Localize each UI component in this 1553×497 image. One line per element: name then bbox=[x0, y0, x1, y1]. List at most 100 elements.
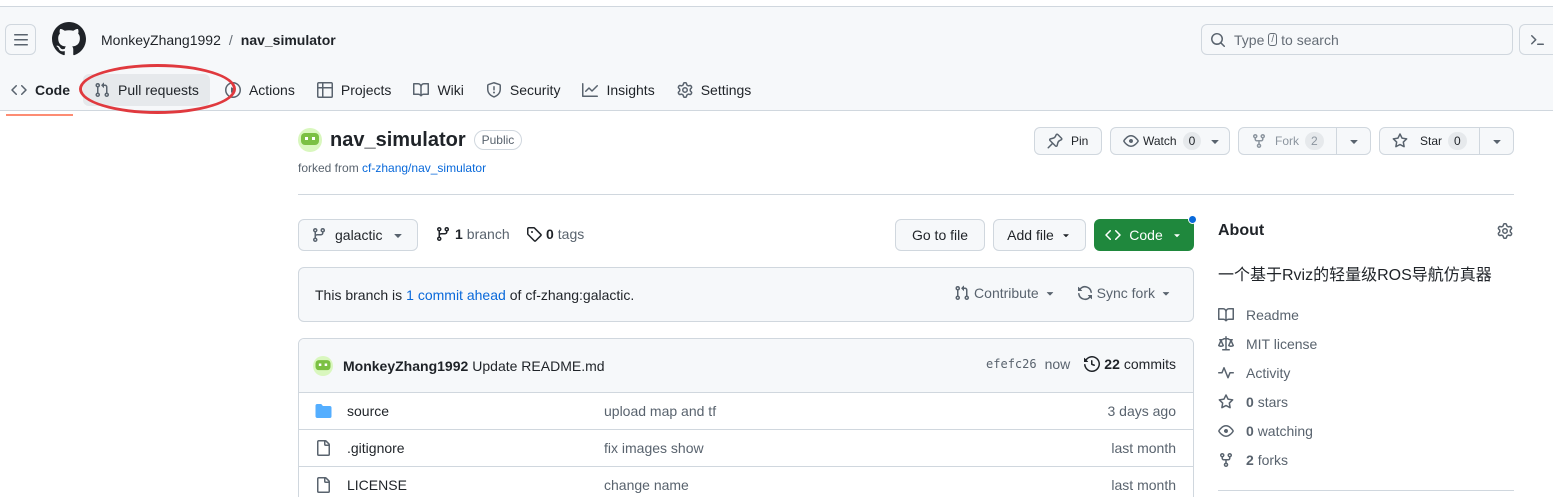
commit-sha[interactable]: efefc26 bbox=[986, 357, 1037, 371]
gear-icon bbox=[677, 82, 693, 98]
repo-title-bar: nav_simulator Public bbox=[298, 128, 523, 152]
file-commit-message[interactable]: change name bbox=[604, 477, 689, 493]
folder-icon bbox=[315, 403, 332, 419]
code-button[interactable]: Code bbox=[1094, 219, 1194, 251]
about-divider bbox=[1218, 490, 1514, 491]
tab-code-label: Code bbox=[35, 82, 70, 98]
stars-label: stars bbox=[1257, 393, 1289, 410]
file-name[interactable]: source bbox=[347, 403, 389, 419]
search-shortcut-key: / bbox=[1268, 33, 1278, 46]
file-date: last month bbox=[1111, 440, 1176, 456]
about-list: Readme MIT license Activity 0 stars 0 wa… bbox=[1218, 300, 1317, 474]
header-divider bbox=[298, 194, 1514, 195]
tab-projects[interactable]: Projects bbox=[306, 74, 403, 106]
forks-link[interactable]: 2 forks bbox=[1218, 445, 1317, 474]
readme-link[interactable]: Readme bbox=[1218, 300, 1317, 329]
fork-status-prefix: This branch is bbox=[315, 286, 403, 303]
tab-security[interactable]: Security bbox=[475, 74, 572, 106]
triangle-down-icon bbox=[1063, 234, 1069, 238]
avatar[interactable] bbox=[298, 128, 322, 152]
table-row[interactable]: LICENSE change name last month bbox=[299, 467, 1193, 497]
tab-actions[interactable]: Actions bbox=[214, 74, 306, 106]
tab-settings-label: Settings bbox=[700, 82, 752, 98]
about-description: 一个基于Rviz的轻量级ROS导航仿真器 bbox=[1218, 267, 1492, 284]
file-commit-message[interactable]: fix images show bbox=[604, 440, 704, 456]
command-palette-button[interactable] bbox=[1519, 24, 1553, 55]
commit-message[interactable]: Update README.md bbox=[472, 358, 604, 374]
sync-fork-button[interactable]: Sync fork bbox=[1077, 285, 1173, 301]
about-settings-button[interactable] bbox=[1497, 223, 1513, 239]
tab-insights[interactable]: Insights bbox=[571, 74, 665, 106]
triangle-down-icon bbox=[394, 234, 403, 238]
pull-request-icon bbox=[95, 82, 110, 98]
search-icon bbox=[1211, 32, 1226, 47]
file-icon bbox=[315, 440, 331, 456]
repo-name[interactable]: nav_simulator bbox=[330, 129, 466, 152]
go-to-file-button[interactable]: Go to file bbox=[895, 219, 985, 251]
commit-author[interactable]: MonkeyZhang1992 bbox=[343, 358, 468, 374]
tab-pull-requests[interactable]: Pull requests bbox=[83, 74, 210, 106]
branch-select-button[interactable]: galactic bbox=[298, 219, 418, 251]
file-icon bbox=[315, 477, 331, 493]
pin-label: Pin bbox=[1071, 134, 1089, 148]
activity-link[interactable]: Activity bbox=[1218, 358, 1317, 387]
stars-link[interactable]: 0 stars bbox=[1218, 387, 1317, 416]
fork-count: 2 bbox=[1305, 132, 1324, 150]
watching-link[interactable]: 0 watching bbox=[1218, 416, 1317, 445]
branch-name: galactic bbox=[335, 227, 383, 243]
pull-request-icon bbox=[955, 285, 970, 301]
tab-settings[interactable]: Settings bbox=[666, 74, 763, 106]
eye-icon bbox=[1218, 424, 1234, 437]
add-file-button[interactable]: Add file bbox=[993, 219, 1086, 251]
eye-icon bbox=[1123, 135, 1139, 147]
owner-link[interactable]: MonkeyZhang1992 bbox=[101, 31, 221, 49]
file-date: last month bbox=[1111, 477, 1176, 493]
star-button[interactable]: Star 0 bbox=[1379, 127, 1514, 155]
watch-count: 0 bbox=[1182, 132, 1202, 150]
forks-count: 2 bbox=[1246, 451, 1254, 468]
visibility-badge: Public bbox=[473, 130, 523, 150]
breadcrumb: MonkeyZhang1992 / nav_simulator bbox=[101, 31, 336, 49]
contribute-label: Contribute bbox=[974, 285, 1039, 301]
github-logo-icon[interactable] bbox=[52, 22, 86, 56]
table-row[interactable]: .gitignore fix images show last month bbox=[299, 430, 1193, 467]
search-input[interactable]: Type / to search bbox=[1201, 24, 1513, 55]
code-button-label: Code bbox=[1129, 227, 1163, 243]
file-commit-message[interactable]: upload map and tf bbox=[604, 403, 716, 419]
branches-link[interactable]: 1 branch bbox=[435, 226, 510, 242]
commit-author-avatar[interactable] bbox=[313, 355, 333, 376]
table-row[interactable]: source upload map and tf 3 days ago bbox=[299, 393, 1193, 430]
fork-dropdown[interactable] bbox=[1336, 128, 1370, 154]
tags-link[interactable]: 0 tags bbox=[526, 226, 584, 242]
book-icon bbox=[413, 82, 430, 97]
tag-label: tags bbox=[557, 226, 585, 242]
repo-link[interactable]: nav_simulator bbox=[241, 31, 336, 49]
pin-button[interactable]: Pin bbox=[1034, 127, 1102, 155]
tag-icon bbox=[527, 227, 542, 242]
forked-from-link[interactable]: cf-zhang/nav_simulator bbox=[362, 161, 486, 175]
tab-insights-label: Insights bbox=[606, 82, 655, 98]
commit-meta: efefc26 now 22 commits bbox=[986, 356, 1176, 372]
global-header: MonkeyZhang1992 / nav_simulator Type / t… bbox=[0, 6, 1553, 116]
watch-button[interactable]: Watch 0 bbox=[1110, 127, 1230, 155]
contribute-button[interactable]: Contribute bbox=[954, 285, 1057, 301]
triangle-down-icon bbox=[1162, 292, 1170, 296]
search-placeholder-suffix: to search bbox=[1281, 31, 1339, 48]
commits-link[interactable]: 22 commits bbox=[1084, 356, 1176, 372]
file-name[interactable]: LICENSE bbox=[347, 477, 407, 493]
fork-button[interactable]: Fork 2 bbox=[1238, 127, 1371, 155]
tab-code[interactable]: Code bbox=[0, 74, 81, 116]
watching-count: 0 bbox=[1246, 422, 1254, 439]
history-icon bbox=[1084, 356, 1101, 372]
license-link[interactable]: MIT license bbox=[1218, 329, 1317, 358]
tag-count: 0 bbox=[546, 226, 554, 242]
file-name[interactable]: .gitignore bbox=[347, 440, 405, 456]
file-table: MonkeyZhang1992 Update README.md efefc26… bbox=[298, 338, 1194, 497]
tab-wiki[interactable]: Wiki bbox=[402, 74, 474, 106]
hamburger-menu-button[interactable] bbox=[5, 24, 36, 55]
sync-icon bbox=[1077, 286, 1092, 300]
star-dropdown[interactable] bbox=[1479, 128, 1513, 154]
commits-ahead-link[interactable]: 1 commit ahead bbox=[406, 287, 506, 303]
book-icon bbox=[1218, 307, 1234, 321]
terminal-icon bbox=[1530, 34, 1544, 45]
